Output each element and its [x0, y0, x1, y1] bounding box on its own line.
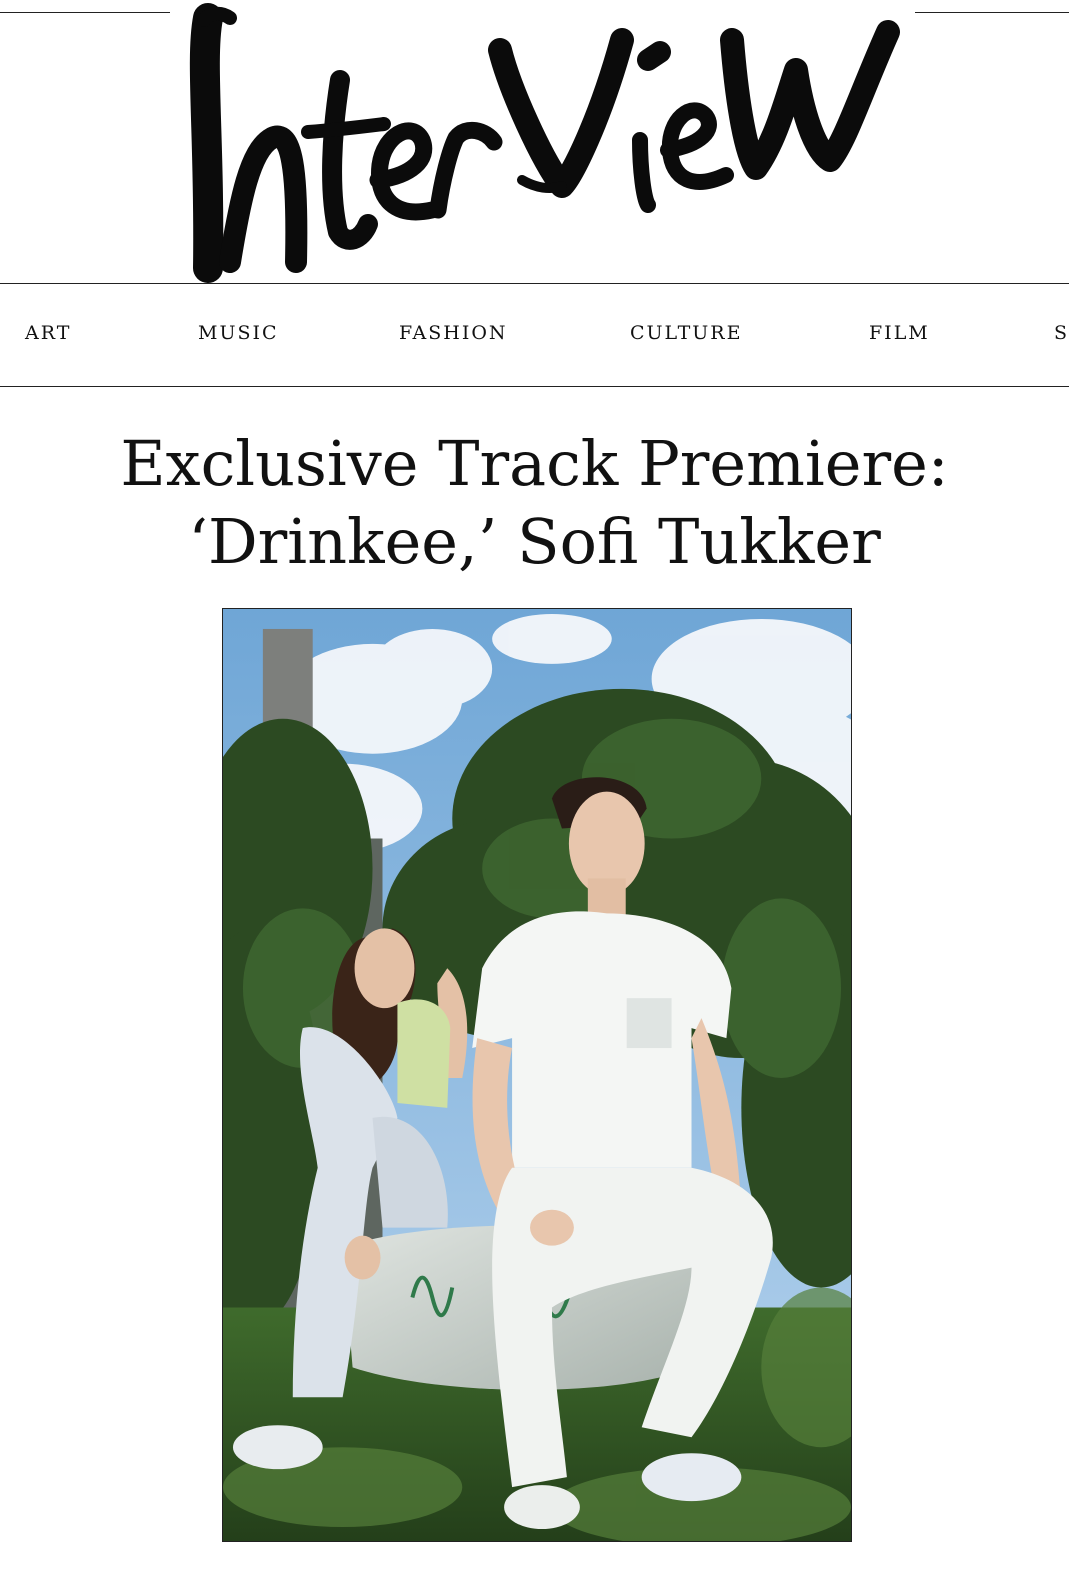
- nav-item-film[interactable]: FILM: [869, 322, 930, 344]
- interview-logo-brushscript: [189, 3, 900, 283]
- masthead: [0, 0, 1069, 283]
- article-headline: Exclusive Track Premiere: ‘Drinkee,’ Sof…: [40, 425, 1029, 581]
- nav-item-truncated[interactable]: S: [1054, 322, 1069, 344]
- interview-logo[interactable]: [170, 0, 915, 283]
- main-navigation: ART MUSIC FASHION CULTURE FILM S: [0, 283, 1069, 387]
- hero-photo-illustration: [223, 609, 851, 1541]
- nav-item-fashion[interactable]: FASHION: [399, 322, 508, 344]
- headline-line-1: Exclusive Track Premiere:: [120, 427, 949, 500]
- headline-line-2: ‘Drinkee,’ Sofi Tukker: [188, 505, 881, 578]
- nav-item-culture[interactable]: CULTURE: [630, 322, 742, 344]
- nav-item-art[interactable]: ART: [25, 322, 71, 344]
- nav-item-music[interactable]: MUSIC: [198, 322, 279, 344]
- article-hero-photo[interactable]: [222, 608, 852, 1542]
